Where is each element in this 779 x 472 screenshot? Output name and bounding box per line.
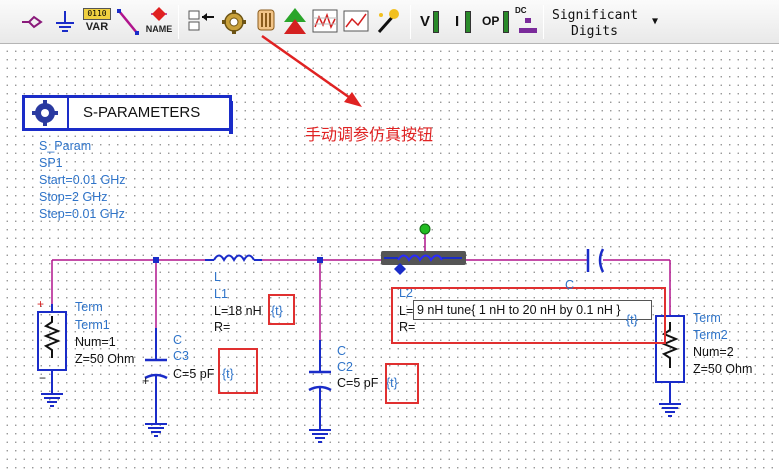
capacitor-c2-symbol[interactable]	[308, 340, 332, 443]
c2-capacitance: C=5 pF	[337, 376, 379, 390]
c1-tune-flag[interactable]: {t}	[626, 312, 638, 328]
s-param-step: Step=0.01 GHz	[39, 207, 125, 221]
capacitor-c1-symbol[interactable]	[586, 248, 605, 273]
node-dot	[153, 257, 159, 263]
term1-num: Num=1	[75, 335, 116, 349]
term2-num: Num=2	[693, 345, 734, 359]
term2-name: Term2	[693, 328, 728, 342]
s-param-block-shadow	[229, 101, 233, 134]
term1-name: Term1	[75, 318, 110, 332]
term1-type: Term	[75, 300, 103, 314]
annotation-arrow	[261, 34, 362, 107]
svg-text:−: −	[39, 371, 46, 385]
term1-impedance: Z=50 Ohm	[75, 352, 135, 366]
l1-resistance: R=	[214, 320, 231, 334]
c3-type: C	[173, 333, 183, 347]
node-dot	[317, 257, 323, 263]
s-param-name: SP1	[39, 156, 63, 170]
s-param-stop: Stop=2 GHz	[39, 190, 108, 204]
inductor-l2-symbol[interactable]	[381, 223, 466, 275]
c1-type: C	[565, 278, 575, 292]
term2-type: Term	[693, 311, 721, 325]
inductor-l1-symbol[interactable]	[205, 254, 262, 263]
c3-polarity-mark: +	[142, 374, 150, 388]
s-param-type: S_Param	[39, 139, 92, 153]
s-param-icon-cell	[25, 98, 69, 128]
s-parameters-block[interactable]: S-PARAMETERS	[22, 95, 232, 131]
annotation-text: 手动调参仿真按钮	[305, 125, 434, 144]
c2-type: C	[337, 344, 347, 358]
highlight-box-c3	[218, 348, 258, 394]
svg-text:+: +	[37, 297, 44, 311]
term2-impedance: Z=50 Ohm	[693, 362, 753, 376]
s-param-gear-icon	[32, 100, 58, 126]
s-param-start: Start=0.01 GHz	[39, 173, 126, 187]
c3-name: C3	[173, 349, 189, 363]
highlight-box-c2	[385, 363, 419, 404]
term1-symbol[interactable]: + −	[37, 297, 67, 407]
c2-name: C2	[337, 360, 353, 374]
c3-capacitance: C=5 pF	[173, 367, 215, 381]
highlight-box-l1	[268, 294, 295, 325]
s-param-block-title: S-PARAMETERS	[83, 104, 201, 121]
l1-inductance: L=18 nH	[214, 304, 262, 318]
l1-type: L	[214, 270, 221, 284]
l1-name: L1	[214, 287, 228, 301]
highlight-box-l2	[391, 287, 666, 344]
